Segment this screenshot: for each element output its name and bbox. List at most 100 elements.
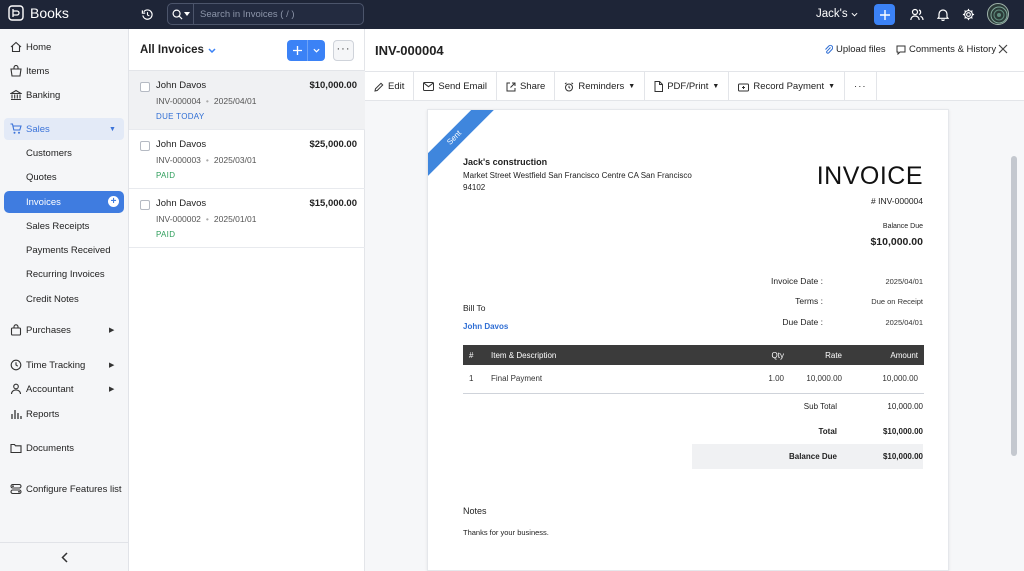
column-header: Item & Description [485, 345, 730, 365]
reminders-button[interactable]: Reminders ▼ [555, 72, 646, 101]
gear-icon[interactable] [962, 8, 975, 21]
chevron-down-icon [851, 12, 858, 17]
sidebar-item-label: Invoices [26, 196, 61, 208]
table-cell: 10,000.00 [848, 365, 924, 394]
pdf-print-button[interactable]: PDF/Print ▼ [645, 72, 730, 101]
sidebar-item-recurring-invoices[interactable]: Recurring Invoices [0, 263, 129, 285]
record-payment-button[interactable]: Record Payment ▼ [729, 72, 846, 101]
row-checkbox[interactable] [140, 200, 150, 210]
alarm-clock-icon [565, 81, 574, 91]
search-icon[interactable] [168, 4, 194, 24]
row-checkbox[interactable] [140, 82, 150, 92]
invoice-number: INV-000003 [156, 155, 201, 165]
sidebar-item-sales-receipts[interactable]: Sales Receipts [0, 215, 129, 237]
subtotal-value: 10,000.00 [887, 402, 923, 411]
caret-right-icon: ▶ [109, 362, 115, 369]
sidebar-item-quotes[interactable]: Quotes [0, 166, 129, 188]
add-invoice-icon[interactable]: + [108, 196, 119, 207]
quick-create-button[interactable] [874, 4, 895, 25]
caret-down-icon: ▼ [828, 83, 836, 90]
caret-down-icon: ▼ [109, 125, 116, 133]
sidebar-item-purchases[interactable]: Purchases ▶ [0, 319, 129, 341]
app-brand[interactable]: Books [8, 5, 69, 21]
sidebar-item-banking[interactable]: Banking [0, 84, 129, 106]
invoice-date-value: 2025/04/01 [885, 277, 923, 286]
bell-icon[interactable] [937, 8, 949, 21]
new-invoice-dropdown[interactable] [308, 40, 325, 61]
sidebar-item-sales[interactable]: Sales ▼ [4, 118, 124, 140]
invoice-amount: $10,000.00 [309, 80, 357, 91]
books-logo-icon [8, 5, 24, 21]
folder-icon [10, 443, 22, 454]
scrollbar[interactable] [1011, 156, 1017, 456]
invoice-view-selector[interactable]: All Invoices [140, 44, 216, 56]
invoice-date: 2025/01/01 [213, 214, 257, 224]
search-input[interactable] [194, 8, 354, 20]
share-button[interactable]: Share [497, 72, 556, 101]
bill-to-label: Bill To [463, 303, 486, 313]
balance-due-row-label: Balance Due [788, 452, 837, 461]
basket-icon [10, 65, 22, 77]
sidebar-item-customers[interactable]: Customers [0, 142, 129, 164]
sidebar-item-configure-features[interactable]: Configure Features list [0, 478, 129, 500]
terms-label: Terms : [795, 296, 823, 306]
comments-history-link[interactable]: Comments & History [896, 44, 996, 55]
upload-files-link[interactable]: Upload files [824, 44, 886, 55]
avatar[interactable] [987, 3, 1009, 25]
invoice-detail-pane: INV-000004 Upload files Comments & Histo… [365, 29, 1024, 571]
notes-text: Thanks for your business. [463, 528, 549, 537]
more-actions-button[interactable]: ··· [845, 72, 877, 101]
sidebar-item-documents[interactable]: Documents [0, 437, 129, 459]
send-email-label: Send Email [438, 81, 487, 92]
app-name: Books [30, 5, 69, 21]
more-options-button[interactable]: ··· [333, 40, 354, 61]
list-item[interactable]: John Davos $15,000.00 INV-000002 • 2025/01… [129, 189, 365, 248]
balance-due-value: $10,000.00 [870, 236, 923, 248]
org-switcher[interactable]: Jack's [816, 8, 858, 20]
sidebar-item-invoices[interactable]: Invoices + [4, 191, 124, 213]
search-box [167, 3, 364, 25]
new-invoice-button[interactable] [287, 40, 308, 61]
list-title: All Invoices [140, 44, 204, 56]
sidebar: Home Items Banking Sales ▼ Customers Quo… [0, 29, 129, 571]
chevron-down-icon [208, 47, 216, 53]
collapse-sidebar-button[interactable] [0, 542, 129, 571]
sidebar-item-label: Recurring Invoices [26, 268, 105, 280]
company-address: Market Street Westfield San Francisco Ce… [463, 171, 692, 192]
sliders-icon [10, 483, 22, 495]
invoice-meta: INV-000004 • 2025/04/01 [156, 96, 257, 106]
bill-to-customer-link[interactable]: John Davos [463, 322, 508, 331]
invoice-heading: INVOICE [816, 162, 923, 190]
person-icon [10, 383, 22, 395]
status-badge: PAID [156, 171, 176, 180]
page-title: INV-000004 [375, 43, 444, 58]
invoice-number: # INV-000004 [871, 196, 923, 206]
invoice-date: 2025/03/01 [213, 155, 257, 165]
sidebar-item-time-tracking[interactable]: Time Tracking ▶ [0, 354, 129, 376]
customer-name: John Davos [156, 198, 207, 209]
sidebar-item-label: Sales [26, 123, 50, 135]
due-date-value: 2025/04/01 [885, 318, 923, 327]
sidebar-item-credit-notes[interactable]: Credit Notes [0, 288, 129, 310]
edit-button[interactable]: Edit [365, 72, 415, 101]
share-icon [506, 82, 516, 91]
row-checkbox[interactable] [140, 141, 150, 151]
sidebar-item-items[interactable]: Items [0, 60, 129, 82]
sidebar-item-home[interactable]: Home [0, 36, 129, 58]
status-badge: DUE TODAY [156, 112, 205, 121]
people-icon[interactable] [910, 8, 924, 21]
send-email-button[interactable]: Send Email [414, 72, 497, 101]
sidebar-item-accountant[interactable]: Accountant ▶ [0, 378, 129, 400]
sidebar-item-label: Purchases [26, 324, 71, 336]
list-item[interactable]: John Davos $25,000.00 INV-000003 • 2025/03… [129, 130, 365, 189]
close-icon[interactable] [998, 44, 1008, 54]
list-item[interactable]: John Davos $10,000.00 INV-000004 • 2025/04… [129, 71, 365, 130]
recent-history-icon[interactable] [141, 8, 154, 21]
clock-icon [10, 359, 22, 371]
sidebar-item-payments-received[interactable]: Payments Received [0, 239, 129, 261]
total-value: $10,000.00 [882, 427, 923, 436]
sidebar-item-reports[interactable]: Reports [0, 403, 129, 425]
sidebar-item-label: Home [26, 41, 52, 53]
sidebar-item-label: Configure Features list [26, 483, 122, 495]
sidebar-item-label: Payments Received [26, 244, 111, 256]
